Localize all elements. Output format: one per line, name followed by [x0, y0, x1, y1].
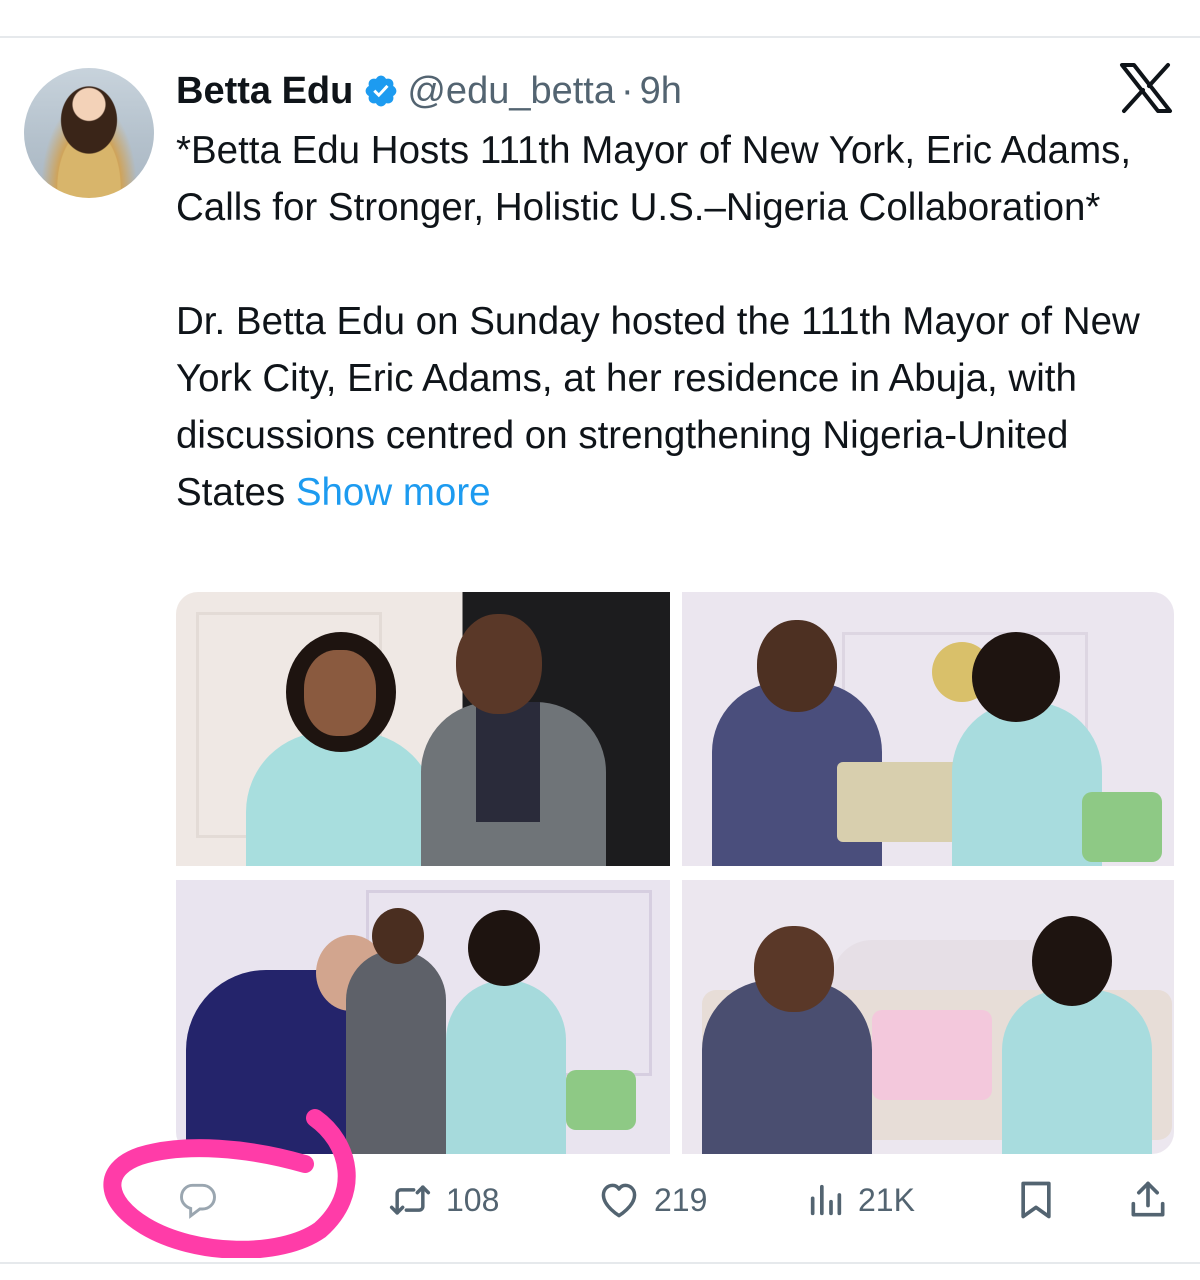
photo-4[interactable] [682, 880, 1174, 1154]
tweet-header: Betta Edu @edu_betta · 9h [176, 66, 682, 116]
bookmark-button[interactable] [1014, 1160, 1058, 1240]
photo-1[interactable] [176, 592, 670, 866]
tweet-headline: *Betta Edu Hosts 111th Mayor of New York… [176, 129, 1132, 229]
share-icon [1131, 1181, 1165, 1217]
photo-3[interactable] [176, 880, 670, 1154]
show-more-link[interactable]: Show more [296, 471, 491, 514]
retweet-button[interactable]: 108 [386, 1160, 499, 1240]
retweet-count: 108 [446, 1181, 500, 1218]
reply-button[interactable] [176, 1160, 232, 1240]
author-handle[interactable]: @edu_betta [407, 70, 615, 113]
like-button[interactable]: 219 [596, 1160, 707, 1240]
tweet-text: *Betta Edu Hosts 111th Mayor of New York… [176, 122, 1176, 521]
bottom-divider [0, 1262, 1200, 1264]
share-button[interactable] [1126, 1160, 1170, 1240]
post-time[interactable]: 9h [640, 70, 682, 113]
header-separator: · [621, 69, 634, 112]
top-divider [0, 36, 1200, 38]
avatar[interactable] [24, 68, 154, 198]
views-chart-icon [810, 1184, 842, 1216]
retweet-icon [389, 1185, 431, 1215]
action-bar: 108 219 21K [0, 1160, 1200, 1240]
reply-icon [180, 1183, 216, 1219]
views-button[interactable]: 21K [806, 1160, 915, 1240]
heart-icon [601, 1183, 637, 1218]
bookmark-icon [1021, 1181, 1051, 1219]
verified-badge-icon [365, 75, 397, 107]
x-logo-icon[interactable] [1118, 62, 1174, 114]
tweet-body: Dr. Betta Edu on Sunday hosted the 111th… [176, 293, 1176, 521]
author-name[interactable]: Betta Edu [176, 70, 353, 113]
like-count: 219 [654, 1181, 708, 1218]
media-grid [176, 592, 1174, 1154]
view-count: 21K [858, 1181, 915, 1218]
photo-2[interactable] [682, 592, 1174, 866]
